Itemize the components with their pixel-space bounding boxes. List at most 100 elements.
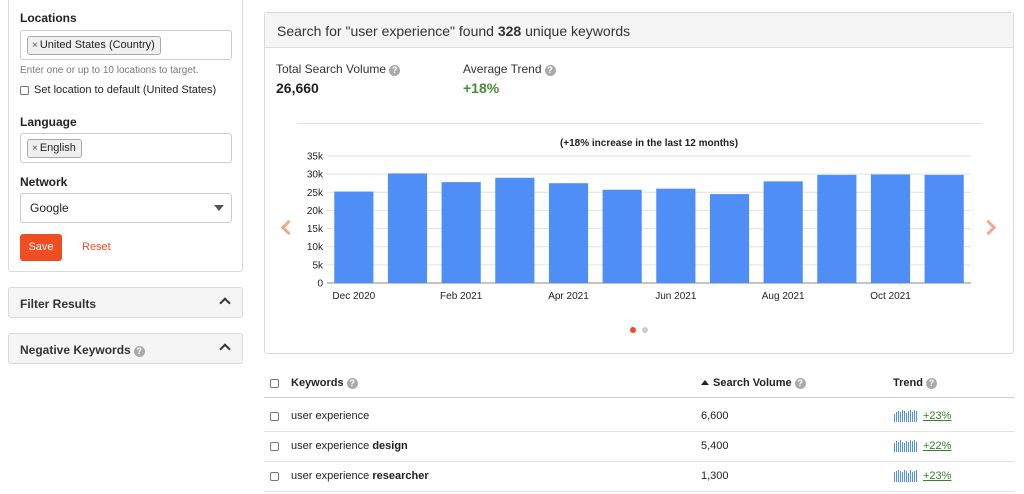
heading-suffix: unique keywords bbox=[521, 23, 631, 39]
locations-input[interactable]: × United States (Country) bbox=[20, 30, 232, 60]
pager-dot-active[interactable] bbox=[630, 327, 636, 333]
filter-results-title: Filter Results bbox=[20, 297, 97, 311]
sparkline-bar bbox=[894, 414, 895, 422]
table-row[interactable]: user experience researcher 1,300 +23% bbox=[264, 462, 1014, 492]
trend-value-link[interactable]: +23% bbox=[923, 410, 951, 422]
default-location-row: Set location to default (United States) bbox=[20, 84, 216, 96]
y-tick-label: 30k bbox=[307, 170, 324, 181]
x-tick-label: Apr 2021 bbox=[548, 291, 589, 302]
x-tick-label: Feb 2021 bbox=[440, 291, 483, 302]
sparkline-bar bbox=[902, 442, 903, 452]
row-checkbox[interactable] bbox=[270, 442, 279, 451]
keyword-cell[interactable]: user experience bbox=[291, 410, 369, 422]
network-select[interactable]: Google bbox=[20, 193, 232, 223]
help-icon[interactable]: ? bbox=[346, 378, 358, 389]
sparkline-bar bbox=[906, 441, 907, 452]
keyword-text: user experience bbox=[291, 470, 373, 482]
sparkline-bar bbox=[914, 440, 915, 452]
sparkline-bar bbox=[908, 442, 909, 452]
bar bbox=[441, 182, 481, 283]
sparkline-bar bbox=[906, 471, 907, 482]
keyword-cell[interactable]: user experience researcher bbox=[291, 470, 429, 482]
sparkline-bar bbox=[896, 441, 897, 452]
keywords-header-label: Keywords bbox=[291, 377, 344, 389]
negative-keywords-accordion[interactable]: Negative Keywords? bbox=[8, 333, 243, 364]
remove-tag-icon[interactable]: × bbox=[32, 143, 38, 154]
filter-panel: Locations × United States (Country) Enter… bbox=[8, 0, 243, 272]
chevron-up-icon bbox=[219, 297, 231, 309]
y-tick-label: 25k bbox=[307, 188, 324, 199]
summary-heading: Search for "user experience" found 328 u… bbox=[277, 23, 630, 39]
sparkline-bar bbox=[904, 443, 905, 452]
sparkline-bar bbox=[910, 410, 911, 422]
x-tick-label: Oct 2021 bbox=[870, 291, 911, 302]
total-volume-label: Total Search Volume bbox=[276, 62, 387, 76]
negative-keywords-title: Negative Keywords bbox=[20, 343, 131, 357]
chart-title: (+18% increase in the last 12 months) bbox=[560, 138, 738, 149]
bar bbox=[817, 174, 857, 283]
remove-tag-icon[interactable]: × bbox=[32, 40, 38, 51]
keyword-cell[interactable]: user experience design bbox=[291, 440, 408, 452]
bar bbox=[334, 191, 374, 283]
trend-header[interactable]: Trend? bbox=[893, 377, 937, 389]
locations-hint: Enter one or up to 10 locations to targe… bbox=[20, 65, 199, 76]
location-tag[interactable]: × United States (Country) bbox=[27, 36, 161, 55]
sparkline-bar bbox=[900, 471, 901, 482]
network-value: Google bbox=[30, 201, 69, 215]
sparkline-bar bbox=[908, 411, 909, 422]
table-row[interactable]: user experience design 5,400 +22% bbox=[264, 432, 1014, 462]
bar bbox=[602, 189, 642, 283]
y-tick-label: 15k bbox=[307, 224, 324, 235]
save-button[interactable]: Save bbox=[20, 234, 62, 261]
keywords-header[interactable]: Keywords? bbox=[291, 377, 358, 389]
help-icon[interactable]: ? bbox=[133, 346, 145, 357]
help-icon[interactable]: ? bbox=[925, 378, 937, 389]
divider bbox=[298, 123, 981, 124]
y-tick-label: 20k bbox=[307, 206, 324, 217]
sparkline-bar bbox=[898, 411, 899, 422]
bar bbox=[495, 177, 535, 283]
caret-down-icon bbox=[214, 205, 224, 211]
sparkline-bar bbox=[896, 412, 897, 422]
sparkline-bar bbox=[898, 470, 899, 482]
default-location-label: Set location to default (United States) bbox=[34, 84, 217, 96]
row-checkbox[interactable] bbox=[270, 472, 279, 481]
filter-results-accordion[interactable]: Filter Results bbox=[8, 287, 243, 318]
language-input[interactable]: × English bbox=[20, 133, 232, 163]
chevron-up-icon bbox=[219, 343, 231, 355]
search-volume-chart: (+18% increase in the last 12 months) 0 5k… bbox=[307, 138, 971, 302]
sparkline-bar bbox=[914, 410, 915, 422]
locations-label: Locations bbox=[20, 11, 77, 25]
trend-value-link[interactable]: +22% bbox=[923, 440, 951, 452]
total-volume-label-row: Total Search Volume? bbox=[276, 62, 401, 76]
bar bbox=[387, 173, 428, 283]
sparkline-bar bbox=[912, 441, 913, 452]
sparkline-bar bbox=[910, 440, 911, 452]
x-tick-label: Dec 2020 bbox=[332, 291, 375, 302]
reset-link[interactable]: Reset bbox=[82, 234, 111, 261]
sparkline-bar bbox=[916, 442, 917, 452]
help-icon[interactable]: ? bbox=[794, 378, 806, 389]
trend-value-link[interactable]: +23% bbox=[923, 470, 951, 482]
help-icon[interactable]: ? bbox=[389, 65, 401, 76]
y-tick-label: 5k bbox=[312, 260, 324, 271]
keyword-highlight: design bbox=[372, 440, 408, 452]
language-tag[interactable]: × English bbox=[27, 139, 82, 158]
default-location-checkbox[interactable] bbox=[20, 85, 29, 95]
x-tick-label: Aug 2021 bbox=[762, 291, 805, 302]
language-label: Language bbox=[20, 115, 77, 129]
table-row[interactable]: user experience 6,600 +23% bbox=[264, 402, 1014, 432]
help-icon[interactable]: ? bbox=[544, 65, 556, 76]
average-trend-value: +18% bbox=[463, 80, 500, 96]
pager-dot[interactable] bbox=[642, 327, 648, 333]
sparkline-bar bbox=[904, 470, 905, 482]
row-checkbox[interactable] bbox=[270, 412, 279, 421]
sparkline-bar bbox=[900, 440, 901, 452]
select-all-checkbox[interactable] bbox=[270, 379, 279, 388]
trend-sparkline bbox=[894, 440, 917, 452]
y-tick-label: 10k bbox=[307, 242, 324, 253]
sort-asc-icon bbox=[701, 380, 709, 385]
bar bbox=[548, 183, 589, 283]
keyword-highlight: researcher bbox=[372, 470, 429, 482]
search-volume-header[interactable]: Search Volume? bbox=[701, 377, 806, 389]
